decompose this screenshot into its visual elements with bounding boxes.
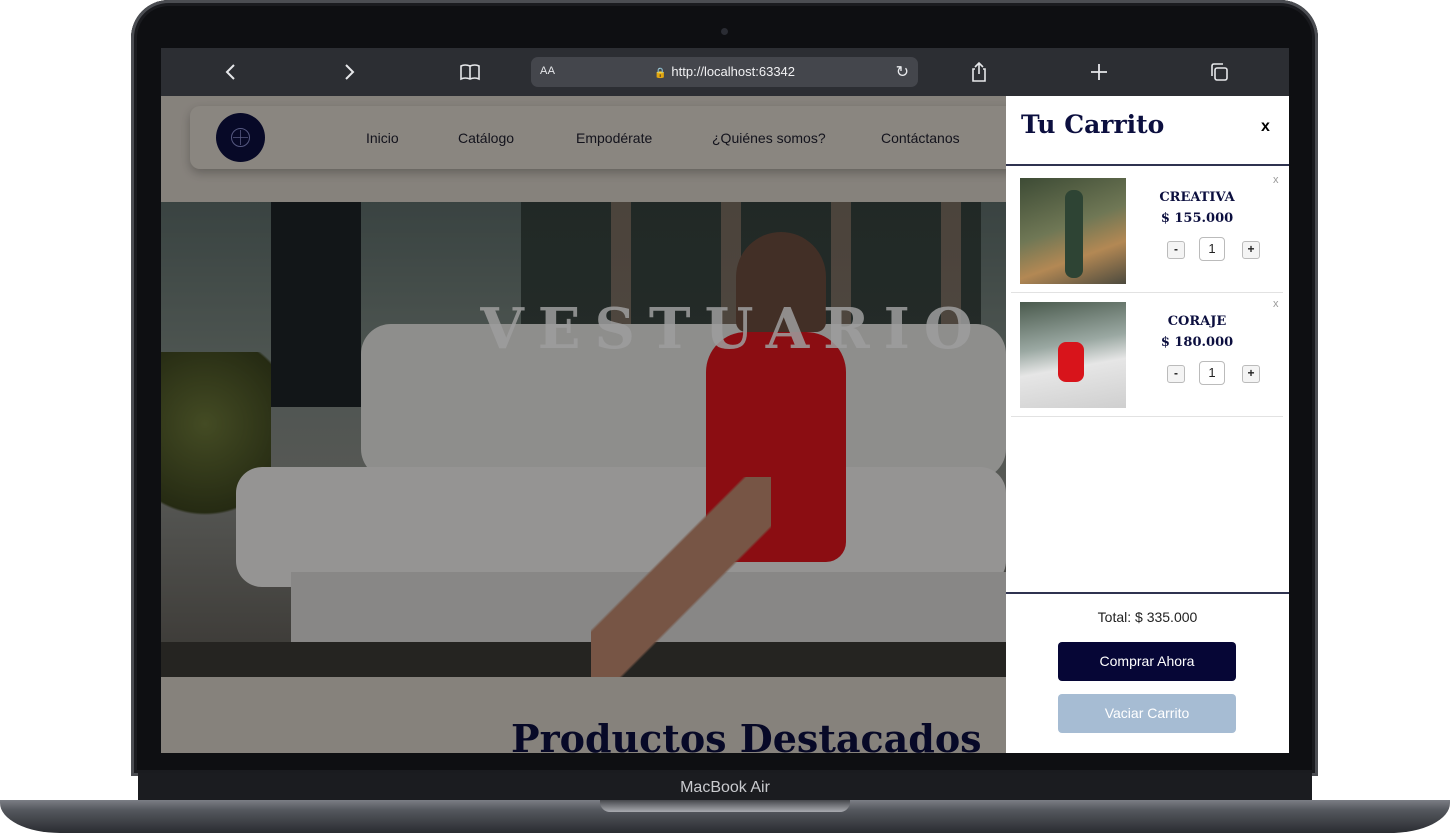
cart-footer-divider	[1006, 592, 1289, 594]
qty-decrease-button[interactable]: -	[1167, 241, 1185, 259]
share-icon[interactable]	[965, 58, 993, 86]
screen: AA 🔒 http://localhost:63342 ↻ VESTUARIO …	[161, 48, 1289, 753]
cart-total: Total: $ 335.000	[1097, 609, 1198, 625]
product-model	[1058, 342, 1084, 382]
item-price: $ 180.000	[1160, 335, 1234, 350]
laptop-base-notch	[600, 800, 850, 812]
empty-cart-button[interactable]: Vaciar Carrito	[1058, 694, 1236, 733]
camera-dot	[721, 28, 728, 35]
plus-icon[interactable]	[1085, 58, 1113, 86]
qty-input[interactable]: 1	[1199, 237, 1225, 261]
item-name: CORAJE	[1167, 314, 1227, 329]
reload-icon[interactable]: ↻	[896, 62, 909, 81]
browser-toolbar: AA 🔒 http://localhost:63342 ↻	[161, 48, 1289, 96]
close-cart-button[interactable]: x	[1261, 118, 1270, 136]
page-content: VESTUARIO Inicio Catálogo Empodérate ¿Qu…	[161, 96, 1006, 753]
cart-drawer: Tu Carrito x CREATIVA $ 155.000 x - 1 + …	[1006, 96, 1289, 753]
product-thumbnail	[1020, 302, 1126, 408]
url-text: http://localhost:63342	[671, 64, 796, 79]
laptop-chin-label: MacBook Air	[138, 773, 1312, 802]
qty-increase-button[interactable]: +	[1242, 241, 1260, 259]
qty-input[interactable]: 1	[1199, 361, 1225, 385]
item-name: CREATIVA	[1159, 190, 1235, 205]
address-bar[interactable]: AA 🔒 http://localhost:63342 ↻	[531, 57, 918, 87]
qty-increase-button[interactable]: +	[1242, 365, 1260, 383]
item-price: $ 155.000	[1160, 211, 1234, 226]
modal-backdrop[interactable]	[161, 96, 1006, 753]
remove-item-button[interactable]: x	[1273, 298, 1279, 310]
chevron-left-icon[interactable]	[217, 58, 245, 86]
buy-now-button[interactable]: Comprar Ahora	[1058, 642, 1236, 681]
tabs-icon[interactable]	[1205, 58, 1233, 86]
book-icon[interactable]	[456, 58, 484, 86]
remove-item-button[interactable]: x	[1273, 174, 1279, 186]
product-model	[1065, 190, 1083, 278]
cart-item: CORAJE $ 180.000 x - 1 +	[1011, 292, 1283, 417]
lock-icon: 🔒	[653, 68, 667, 79]
cart-divider	[1006, 164, 1289, 166]
qty-decrease-button[interactable]: -	[1167, 365, 1185, 383]
chevron-right-icon[interactable]	[335, 58, 363, 86]
product-thumbnail	[1020, 178, 1126, 284]
cart-item: CREATIVA $ 155.000 x - 1 +	[1011, 168, 1283, 293]
cart-title: Tu Carrito	[1021, 110, 1165, 139]
